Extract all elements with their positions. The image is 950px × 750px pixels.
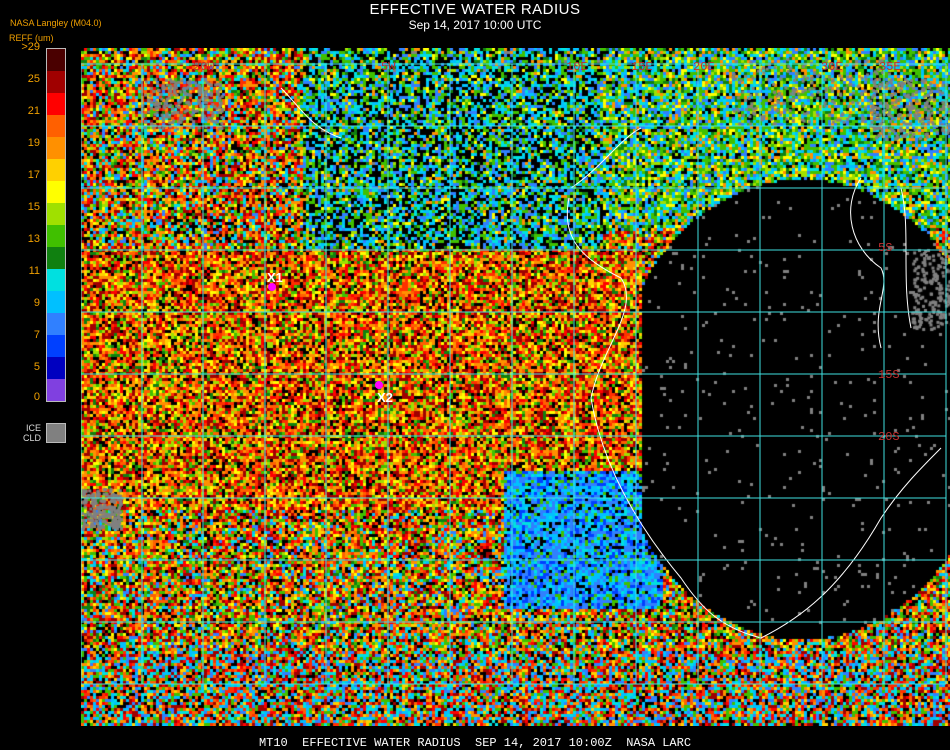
colorbar-segment [47,181,65,203]
colorbar-tick-label: 21 [27,105,40,117]
ice-label-line1: ICE [26,423,42,433]
longitude-label: 35E [879,60,901,74]
latitude-label: 20S [878,430,900,444]
colorbar-tick-label: 15 [27,201,40,213]
marker-x2-label: X2 [377,390,393,405]
ice-cloud-label: ICE CLD [23,423,41,443]
marker-x1[interactable]: X1 [267,270,283,291]
colorbar [46,48,66,402]
longitude-label: 5W [381,60,396,74]
colorbar-segment [47,291,65,313]
ice-cloud-swatch [46,423,66,443]
colorbar-segment [47,247,65,269]
coastline-segment [570,127,642,189]
colorbar-segment [47,115,65,137]
coastline-segment [850,177,885,349]
marker-x2[interactable]: X2 [375,381,393,405]
footer-caption: MT10 EFFECTIVE WATER RADIUS SEP 14, 2017… [258,736,692,750]
colorbar-tick-label: 11 [28,265,40,277]
coastline-segment [900,187,912,329]
colorbar-tick-label: >29 [21,41,40,53]
longitude-label: 20E [693,60,715,74]
colorbar-segment [47,269,65,291]
longitude-label: 30E [821,60,843,74]
colorbar-tick-label: 0 [33,391,40,403]
marker-x2-dot [375,381,383,389]
colorbar-segment [47,335,65,357]
longitude-label: 15E [631,60,653,74]
colorbar-tick-label: 9 [33,297,40,309]
coastline-segment [566,197,762,639]
map-subtitle: Sep 14, 2017 10:00 UTC [408,18,542,32]
ice-label-line2: CLD [23,433,42,443]
colorbar-segment [47,71,65,93]
coastline-segment [760,447,942,639]
colorbar-tick-label: 25 [27,73,40,85]
colorbar-segment [47,49,65,71]
colorbar-tick-label: 7 [33,329,40,341]
colorbar-tick-label: 13 [27,233,40,245]
map-title: EFFECTIVE WATER RADIUS [369,1,581,18]
colorbar-segment [47,313,65,335]
latitude-label: 15S [878,368,900,382]
latitude-label: 5S [878,241,892,255]
longitude-labels: 20W 5W 10E 15E 20E 30E 35E [193,60,901,74]
colorbar-segment [47,357,65,379]
longitude-label: 10E [566,60,588,74]
colorbar-tick-label: 17 [27,169,40,181]
colorbar-segment [47,203,65,225]
coastlines [280,87,942,639]
colorbar-tick-label: 19 [27,137,40,149]
colorbar-segment [47,225,65,247]
colorbar-tick-label: 5 [33,361,40,373]
map-overlay: 20W 5W 10E 15E 20E 30E 35E 5S 15S 20S X1 X2 [81,60,947,685]
colorbar-segment [47,159,65,181]
satellite-map[interactable]: 20W 5W 10E 15E 20E 30E 35E 5S 15S 20S X1 X2 [81,48,950,726]
colorbar-segment [47,379,65,401]
latitude-labels: 5S 15S 20S [878,241,900,444]
lat-lon-grid [81,63,947,685]
colorbar-segment [47,93,65,115]
longitude-label: 20W [193,60,215,74]
colorbar-segment [47,137,65,159]
coastline-segment [280,87,342,139]
marker-x1-label: X1 [267,270,283,285]
